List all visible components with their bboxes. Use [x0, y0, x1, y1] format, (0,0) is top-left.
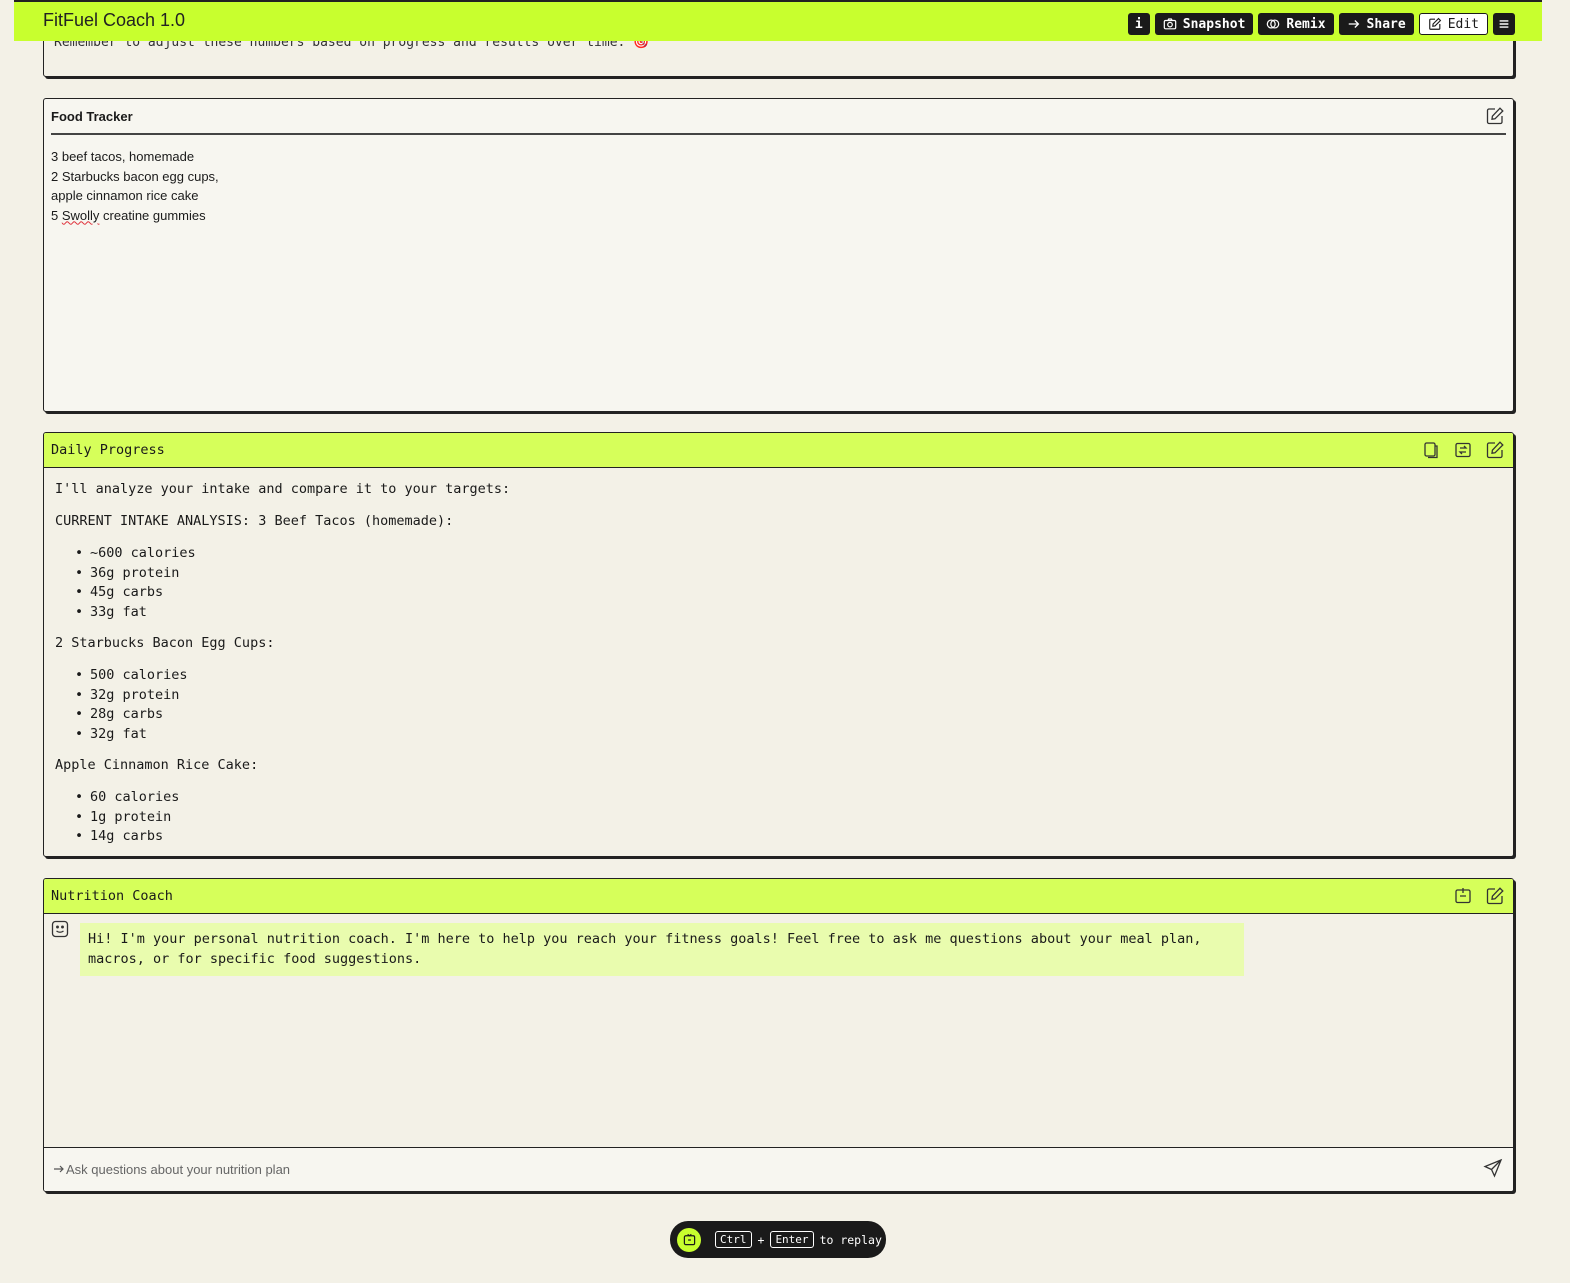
hamburger-icon — [1499, 20, 1509, 28]
info-button[interactable]: i — [1127, 13, 1150, 35]
nutrition-coach-title: Nutrition Coach — [51, 888, 173, 904]
list-item: 36g protein — [75, 565, 510, 585]
list-item: 45g carbs — [75, 584, 510, 604]
coach-message: Hi! I'm your personal nutrition coach. I… — [80, 923, 1244, 976]
daily-progress-panel: Daily Progress I'll analyze your intake … — [43, 432, 1514, 857]
food-line: 2 Starbucks bacon egg cups, — [51, 168, 219, 184]
replay-icon — [677, 1227, 701, 1252]
menu-button[interactable] — [1493, 13, 1515, 35]
edit-label: Edit — [1447, 16, 1479, 32]
list-item: 28g carbs — [75, 706, 510, 726]
edit-icon[interactable] — [1485, 440, 1505, 460]
nutrient-list: 60 calories 1g protein 14g carbs — [75, 789, 510, 848]
nutrition-coach-header: Nutrition Coach — [44, 879, 1513, 914]
list-item: ~600 calories — [75, 545, 510, 565]
edit-icon[interactable] — [1485, 106, 1505, 126]
food-tracker-title: Food Tracker — [51, 109, 133, 124]
camera-icon — [1163, 18, 1177, 30]
food-tracker-textarea[interactable]: 3 beef tacos, homemade 2 Starbucks bacon… — [51, 147, 219, 225]
info-label: i — [1134, 16, 1143, 32]
food-line-prefix: 5 — [51, 207, 62, 223]
daily-progress-content: I'll analyze your intake and compare it … — [55, 481, 511, 856]
replay-label: to replay — [819, 1232, 882, 1247]
food-line: 3 beef tacos, homemade — [51, 149, 195, 164]
ctrl-key: Ctrl — [715, 1231, 752, 1248]
daily-progress-title: Daily Progress — [51, 442, 165, 458]
edit-button[interactable]: Edit — [1418, 13, 1488, 35]
section-heading: Apple Cinnamon Rice Cake: — [55, 757, 259, 773]
list-item: 500 calories — [75, 667, 510, 687]
export-icon[interactable] — [1453, 886, 1473, 906]
list-item: 32g fat — [75, 726, 510, 746]
plus-sign: + — [757, 1232, 765, 1247]
snapshot-button[interactable]: Snapshot — [1154, 13, 1254, 35]
share-button[interactable]: Share — [1338, 13, 1414, 35]
arrow-right-icon — [1348, 20, 1359, 28]
list-item: 1g protein — [75, 809, 510, 829]
arrow-right-icon — [54, 1165, 64, 1173]
section-heading: CURRENT INTAKE ANALYSIS: 3 Beef Tacos (h… — [55, 513, 454, 529]
nutrient-list: 500 calories 32g protein 28g carbs 32g f… — [75, 667, 510, 745]
food-line-suffix: creatine gummies — [99, 207, 206, 223]
list-item: 60 calories — [75, 789, 510, 809]
top-bar: FitFuel Coach 1.0 i Snapshot Remix Share… — [14, 0, 1542, 41]
pencil-square-icon — [1428, 17, 1441, 30]
food-line: 5 Swolly creatine gummies — [51, 206, 219, 226]
daily-progress-header: Daily Progress — [44, 433, 1513, 468]
chat-input-bar — [44, 1147, 1513, 1191]
remix-label: Remix — [1286, 16, 1326, 32]
bot-avatar-icon — [51, 920, 69, 938]
share-label: Share — [1366, 16, 1406, 32]
misspelled-word: Swolly — [61, 207, 100, 223]
nutrition-coach-panel: Nutrition Coach Hi! I'm your personal nu… — [43, 878, 1514, 1192]
divider — [51, 133, 1506, 135]
intro-text: I'll analyze your intake and compare it … — [55, 481, 511, 497]
app-title: FitFuel Coach 1.0 — [43, 10, 186, 30]
send-icon[interactable] — [1483, 1158, 1503, 1178]
food-tracker-header: Food Tracker — [44, 99, 1513, 134]
list-item: 33g fat — [75, 604, 510, 624]
copy-icon[interactable] — [1421, 440, 1441, 460]
toolbar: i Snapshot Remix Share Edit — [1127, 13, 1515, 35]
list-item: 14g carbs — [75, 828, 510, 848]
replay-hint[interactable]: Ctrl + Enter to replay — [670, 1221, 886, 1258]
chat-input[interactable] — [66, 1157, 1466, 1181]
food-line: apple cinnamon rice cake — [51, 188, 199, 203]
food-tracker-panel: Food Tracker 3 beef tacos, homemade 2 St… — [43, 98, 1514, 412]
section-heading: 2 Starbucks Bacon Egg Cups: — [55, 635, 275, 651]
nutrient-list: ~600 calories 36g protein 45g carbs 33g … — [75, 545, 510, 623]
remix-icon — [1267, 19, 1280, 29]
snapshot-label: Snapshot — [1182, 16, 1246, 32]
enter-key: Enter — [770, 1231, 814, 1248]
list-item: 32g protein — [75, 687, 510, 707]
refresh-icon[interactable] — [1453, 440, 1473, 460]
remix-button[interactable]: Remix — [1258, 13, 1334, 35]
edit-icon[interactable] — [1485, 886, 1505, 906]
